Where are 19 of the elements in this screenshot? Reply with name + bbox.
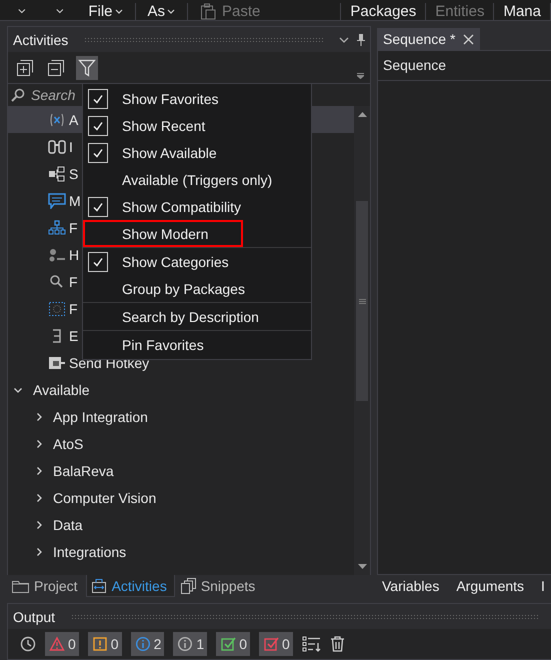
category-label: Integrations: [53, 544, 126, 560]
item-label: F: [69, 274, 78, 290]
item-label: A: [69, 112, 78, 128]
item-label: I: [69, 138, 73, 154]
panel-title: Activities: [13, 32, 68, 48]
designer-header: Sequence: [378, 51, 551, 81]
item-label: M: [69, 192, 81, 208]
item-label: F: [69, 220, 78, 236]
category-label: AtoS: [53, 436, 84, 452]
panel-title: Output: [13, 608, 56, 624]
category-label: Computer Vision: [53, 490, 156, 506]
category-label: Data: [53, 516, 83, 532]
item-label: E: [69, 328, 78, 344]
category-label: App Integration: [53, 408, 148, 424]
item-label: H: [69, 246, 80, 262]
category-label: Available: [33, 382, 90, 398]
category-label: BalaReva: [53, 462, 114, 478]
item-label: F: [69, 300, 78, 316]
item-label: S: [69, 166, 78, 182]
